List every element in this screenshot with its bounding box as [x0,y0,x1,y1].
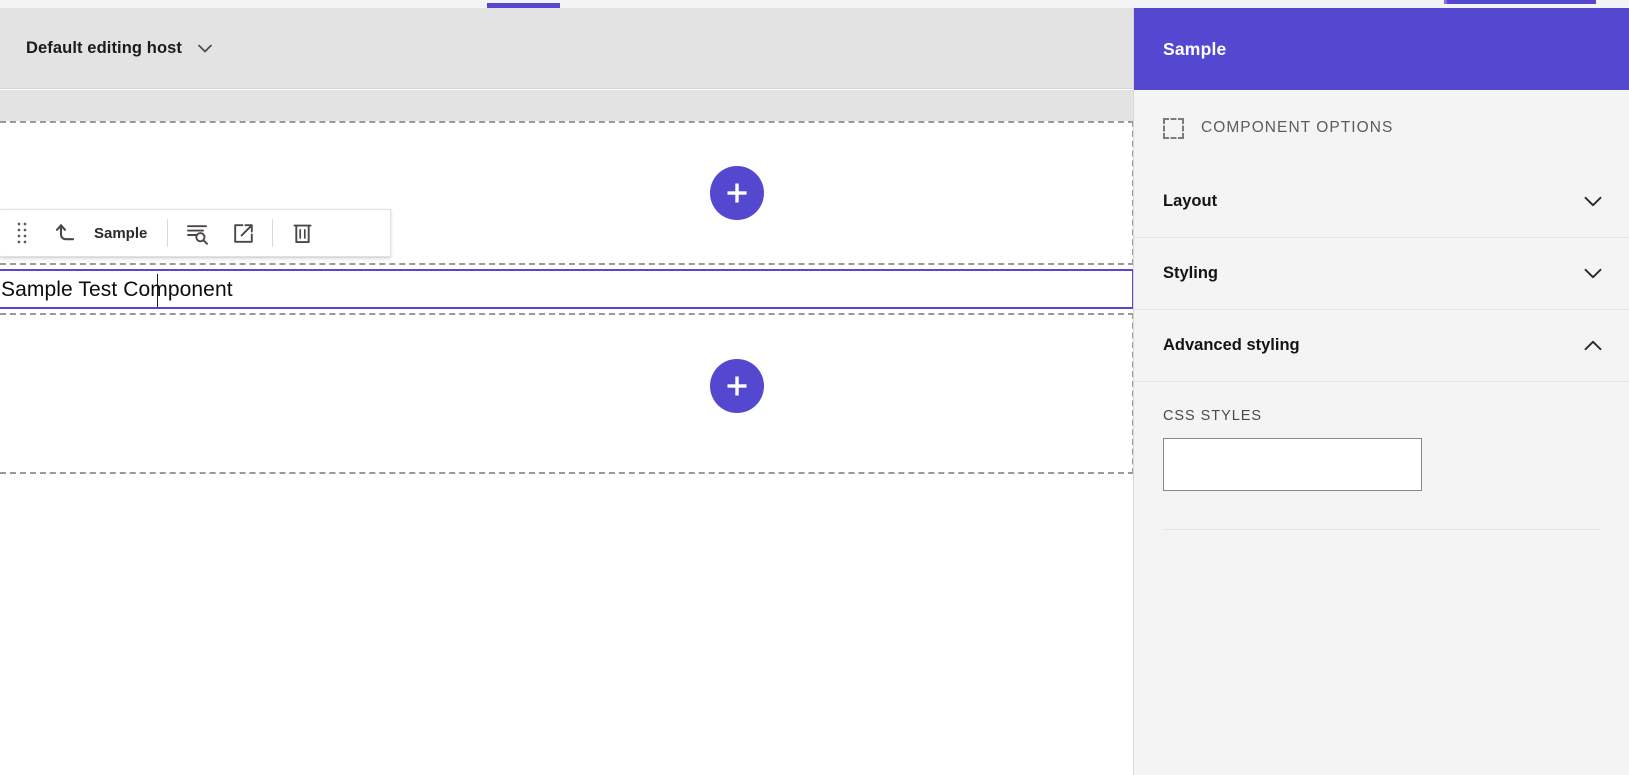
css-styles-block: CSS STYLES [1134,382,1629,491]
accordion-layout[interactable]: Layout [1134,166,1629,238]
accordion-layout-label: Layout [1163,192,1218,210]
selected-component-text: Sample Test Component [1,277,233,301]
page-root: Default editing host Sample Test Compone… [0,0,1629,775]
host-sub-band [0,90,1133,121]
accordion-advanced-styling[interactable]: Advanced styling [1134,310,1629,382]
plus-icon [726,375,748,397]
top-tab-strip [0,0,1629,8]
open-in-new-window-icon[interactable] [220,210,266,256]
css-styles-input[interactable] [1163,438,1422,491]
dashed-square-icon [1163,117,1184,139]
editing-host-label: Default editing host [26,38,182,57]
add-component-button-bottom[interactable] [710,359,764,413]
component-options-label: COMPONENT OPTIONS [1201,119,1394,136]
panel-title: Sample [1163,38,1227,59]
chevron-down-icon [1584,268,1602,279]
chevron-down-icon [1584,196,1602,207]
selected-component-block[interactable]: Sample Test Component [0,269,1134,309]
text-caret [157,274,158,307]
editing-host-dropdown[interactable]: Default editing host [26,39,212,58]
component-toolbar: Sample [0,209,391,257]
add-component-button-top[interactable] [710,166,764,220]
plus-icon [726,182,748,204]
panel-header: Sample [1134,8,1629,90]
accordion-advanced-styling-label: Advanced styling [1163,336,1300,354]
panel-divider [1163,529,1600,530]
component-options-header: COMPONENT OPTIONS [1134,90,1629,166]
accordion-styling-label: Styling [1163,264,1219,282]
chevron-down-icon [198,44,212,53]
placeholder-zone-bottom[interactable] [0,313,1134,474]
css-styles-label: CSS STYLES [1163,408,1262,424]
go-to-parent-arrow-icon[interactable] [44,210,90,256]
toolbar-divider [272,219,274,247]
accordion-styling[interactable]: Styling [1134,238,1629,310]
properties-panel: Sample COMPONENT OPTIONS Layout Styling [1133,8,1629,775]
drag-handle-icon[interactable] [0,210,44,256]
list-search-icon[interactable] [174,210,220,256]
toolbar-divider [167,219,169,247]
chevron-up-icon [1584,340,1602,351]
trash-icon[interactable] [279,210,325,256]
component-toolbar-name[interactable]: Sample [90,225,161,242]
active-tab-indicator-right[interactable] [1447,0,1596,4]
editing-host-bar: Default editing host [0,8,1133,89]
